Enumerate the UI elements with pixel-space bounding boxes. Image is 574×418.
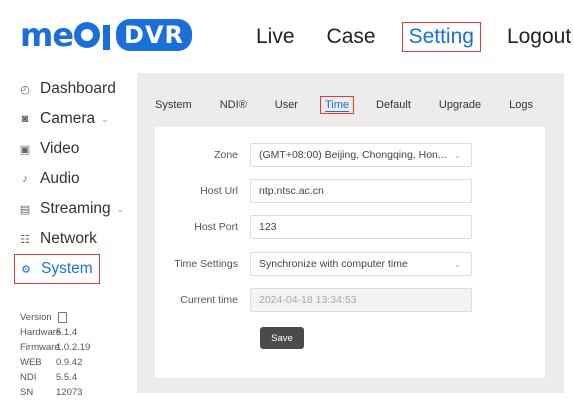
save-button[interactable]: Save bbox=[260, 327, 304, 349]
version-row: Version bbox=[20, 310, 90, 325]
host-url-input[interactable]: ntp.ntsc.ac.cn bbox=[250, 179, 472, 203]
time-settings-label: Time Settings bbox=[174, 258, 238, 270]
version-key: Hardware bbox=[20, 327, 62, 338]
version-info: Version Hardware 5.1.4 Firmware 1.0.2.19… bbox=[20, 310, 90, 400]
zone-label: Zone bbox=[214, 149, 238, 161]
zone-select[interactable]: (GMT+08:00) Beijing, Chongqing, Hon... ⌄ bbox=[250, 143, 472, 167]
version-value: 5.5.4 bbox=[56, 372, 78, 383]
camera-icon: ◙ bbox=[21, 113, 29, 125]
logo-i-glyph bbox=[103, 24, 111, 50]
tab-ndi[interactable]: NDI® bbox=[220, 99, 247, 111]
nav-logout[interactable]: Logout bbox=[501, 24, 574, 50]
zone-value: (GMT+08:00) Beijing, Chongqing, Hon... bbox=[259, 149, 447, 161]
tab-upgrade[interactable]: Upgrade bbox=[439, 99, 481, 111]
dashboard-icon: ◴ bbox=[20, 83, 30, 96]
host-port-label: Host Port bbox=[194, 221, 238, 233]
system-icon: ⚙ bbox=[21, 263, 31, 276]
streaming-icon: ▤ bbox=[19, 203, 31, 216]
sidebar-item-label: Video bbox=[40, 140, 80, 157]
version-value: 5.1.4 bbox=[56, 327, 78, 338]
time-settings-select[interactable]: Synchronize with computer time ⌄ bbox=[250, 252, 472, 276]
logo-dvr-badge: DVR bbox=[116, 19, 193, 51]
sidebar-item-audio[interactable]: ♪ Audio bbox=[18, 164, 128, 194]
version-value: 1.0.2.19 bbox=[56, 342, 91, 353]
host-url-row: Host Url ntp.ntsc.ac.cn bbox=[155, 179, 472, 203]
sidebar-item-label: Camera bbox=[40, 110, 96, 127]
sidebar-item-label: Streaming bbox=[40, 200, 111, 217]
sidebar-item-label: Audio bbox=[40, 170, 80, 187]
current-time-field: 2024-04-18 13:34:53 bbox=[250, 288, 472, 312]
time-settings-card: Zone (GMT+08:00) Beijing, Chongqing, Hon… bbox=[155, 127, 545, 378]
version-key: Version bbox=[20, 312, 52, 323]
sidebar-item-system[interactable]: ⚙ System bbox=[14, 254, 100, 284]
current-time-row: Current time 2024-04-18 13:34:53 bbox=[155, 288, 472, 312]
nav-setting[interactable]: Setting bbox=[401, 22, 481, 52]
sidebar-item-label: Network bbox=[40, 230, 97, 247]
version-value: 0.9.42 bbox=[56, 357, 83, 368]
settings-tabs: System NDI® User Time Default Upgrade Lo… bbox=[155, 96, 561, 114]
host-port-value: 123 bbox=[259, 221, 277, 233]
version-row: Firmware 1.0.2.19 bbox=[20, 340, 90, 355]
sidebar-item-label: Dashboard bbox=[40, 80, 116, 97]
host-url-value: ntp.ntsc.ac.cn bbox=[259, 185, 324, 197]
version-key: NDI bbox=[20, 372, 37, 383]
time-settings-row: Time Settings Synchronize with computer … bbox=[155, 252, 472, 276]
tab-logs[interactable]: Logs bbox=[509, 99, 533, 111]
zone-row: Zone (GMT+08:00) Beijing, Chongqing, Hon… bbox=[155, 143, 472, 167]
logo-text-me: me bbox=[20, 16, 74, 54]
sidebar-item-network[interactable]: ☷ Network bbox=[18, 224, 128, 254]
current-time-value: 2024-04-18 13:34:53 bbox=[259, 294, 357, 306]
version-row: Hardware 5.1.4 bbox=[20, 325, 90, 340]
current-time-label: Current time bbox=[180, 294, 238, 306]
version-key: WEB bbox=[20, 357, 42, 368]
settings-panel: System NDI® User Time Default Upgrade Lo… bbox=[137, 73, 564, 393]
chevron-down-icon: ⌄ bbox=[116, 203, 125, 214]
version-row: WEB 0.9.42 bbox=[20, 355, 90, 370]
chevron-down-icon: ⌄ bbox=[454, 150, 461, 160]
tab-user[interactable]: User bbox=[275, 99, 298, 111]
logo-d-glyph bbox=[74, 22, 101, 48]
logo-medi: me bbox=[20, 16, 111, 54]
sidebar-item-camera[interactable]: ◙ Camera ⌄ bbox=[18, 104, 128, 134]
version-value: 12073 bbox=[56, 387, 83, 398]
chevron-down-icon: ⌄ bbox=[454, 259, 461, 269]
time-settings-value: Synchronize with computer time bbox=[259, 258, 408, 270]
tab-time[interactable]: Time bbox=[319, 96, 355, 114]
sidebar-item-dashboard[interactable]: ◴ Dashboard bbox=[18, 74, 128, 104]
sidebar: ◴ Dashboard ◙ Camera ⌄ ▣ Video ♪ Audio ▤… bbox=[14, 74, 128, 284]
sidebar-item-streaming[interactable]: ▤ Streaming ⌄ bbox=[18, 194, 128, 224]
version-row: SN 12073 bbox=[20, 385, 90, 400]
network-icon: ☷ bbox=[20, 233, 30, 246]
medi-dvr-logo: me DVR bbox=[20, 16, 193, 54]
tab-system[interactable]: System bbox=[155, 99, 192, 111]
clipboard-icon[interactable] bbox=[58, 312, 67, 323]
video-icon: ▣ bbox=[19, 143, 31, 156]
host-url-label: Host Url bbox=[200, 185, 238, 197]
sidebar-item-label: System bbox=[41, 260, 93, 277]
version-key: Firmware bbox=[20, 342, 60, 353]
top-nav: Live Case Setting Logout bbox=[250, 22, 574, 52]
chevron-down-icon: ⌄ bbox=[101, 113, 109, 124]
sidebar-item-video[interactable]: ▣ Video bbox=[18, 134, 128, 164]
tab-default[interactable]: Default bbox=[376, 99, 411, 111]
version-key: SN bbox=[20, 387, 34, 398]
nav-case[interactable]: Case bbox=[321, 24, 382, 50]
host-port-input[interactable]: 123 bbox=[250, 215, 472, 239]
nav-live[interactable]: Live bbox=[250, 24, 301, 50]
host-port-row: Host Port 123 bbox=[155, 215, 472, 239]
version-row: NDI 5.5.4 bbox=[20, 370, 90, 385]
audio-icon: ♪ bbox=[22, 173, 28, 185]
